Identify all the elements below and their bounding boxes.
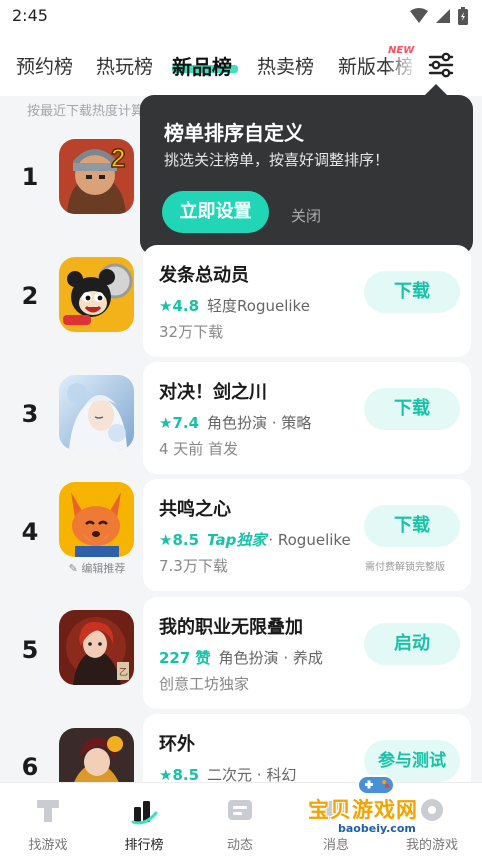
launch-button[interactable]: 启动 (364, 623, 460, 665)
status-time: 2:45 (12, 6, 48, 25)
game-icon-rank-5[interactable]: 乙 (59, 610, 134, 685)
ranking-hint: 按最近下载热度计算 (27, 104, 145, 119)
rank-number: 5 (21, 636, 39, 664)
sort-customize-popup: 榜单排序自定义 挑选关注榜单，按喜好调整排序！ 立即设置 关闭 (140, 95, 473, 255)
game-icon-rank-3[interactable] (59, 375, 134, 450)
game-title: 共鸣之心 (159, 499, 231, 520)
game-likes: 227 赞 (159, 649, 211, 667)
new-badge: NEW (388, 45, 415, 56)
game-tags: 角色扮演 · 策略 (207, 414, 312, 432)
rank-number: 6 (21, 753, 39, 781)
watermark-url: baobeiy.com (338, 822, 416, 835)
game-score: ★8.5 (159, 530, 200, 549)
watermark-text: 宝贝游戏网 (308, 798, 418, 822)
nav-ranking[interactable]: 排行榜 (96, 783, 192, 857)
signal-icon (436, 9, 450, 23)
rank-number: 2 (21, 282, 39, 310)
game-score: ★8.5 (159, 765, 200, 784)
nav-feed[interactable]: 动态 (192, 783, 288, 857)
game-card-rank-3[interactable]: 对决！剑之川 ★7.4 角色扮演 · 策略 4 天前 首发 下载 (143, 362, 471, 474)
game-downloads: 7.3万下载 (159, 557, 228, 575)
game-meta: ★8.5 Tap独家 · Roguelike (159, 529, 351, 550)
game-tags: 角色扮演 · 养成 (218, 649, 323, 667)
editor-pick-label: 编辑推荐 (81, 562, 126, 575)
game-title: 我的职业无限叠加 (159, 617, 303, 638)
wifi-icon (410, 8, 428, 23)
game-icon-rank-4[interactable] (59, 482, 134, 557)
download-button[interactable]: 下载 (364, 505, 460, 547)
status-bar: 2:45 (0, 0, 482, 34)
rank-number: 4 (21, 518, 39, 546)
sort-settings-button[interactable] (424, 48, 458, 82)
feed-icon (228, 800, 252, 820)
tab-reservation[interactable]: 预约榜 (16, 52, 73, 79)
download-button[interactable]: 下载 (364, 271, 460, 313)
find-game-icon (37, 800, 59, 822)
game-meta: ★7.4 角色扮演 · 策略 (159, 412, 311, 433)
tab-best-sellers[interactable]: 热卖榜 (257, 52, 314, 79)
tab-fade-overlay (385, 34, 425, 96)
battery-icon (458, 7, 468, 25)
nav-label: 动态 (226, 838, 253, 853)
nav-label: 找游戏 (28, 838, 68, 853)
rank-number: 1 (21, 163, 39, 191)
svg-text:乙: 乙 (119, 667, 128, 677)
download-button[interactable]: 下载 (364, 388, 460, 430)
tab-new-games[interactable]: 新品榜 (172, 51, 232, 80)
popup-title: 榜单排序自定义 (164, 121, 304, 145)
game-meta: 227 赞 角色扮演 · 养成 (159, 647, 323, 668)
game-tags: · Roguelike (268, 530, 351, 549)
sliders-icon (428, 52, 454, 78)
setup-now-button[interactable]: 立即设置 (162, 191, 269, 233)
watermark-logo: 宝贝游戏网 baobeiy.com (300, 770, 460, 850)
editor-pick-tag: ✎ 编辑推荐 (68, 562, 126, 575)
game-meta: ★4.8 轻度Roguelike (159, 295, 310, 316)
tap-exclusive-tag: Tap独家 (207, 531, 267, 549)
game-title: 发条总动员 (159, 265, 249, 286)
nav-label: 排行榜 (124, 838, 164, 853)
game-card-rank-5[interactable]: 我的职业无限叠加 227 赞 角色扮演 · 养成 创意工坊独家 启动 (143, 597, 471, 709)
game-title: 环外 (159, 734, 195, 755)
rank-number: 3 (21, 400, 39, 428)
game-icon-rank-2[interactable] (59, 257, 134, 332)
game-score: ★7.4 (159, 413, 200, 432)
tab-hot-play[interactable]: 热玩榜 (96, 52, 153, 79)
status-icons (410, 7, 468, 25)
ranking-icon (131, 801, 158, 825)
game-icon-rank-1[interactable]: 2 (59, 139, 134, 214)
gamepad-icon (357, 775, 395, 795)
game-score: ★4.8 (159, 296, 200, 315)
svg-text:2: 2 (111, 143, 125, 173)
nav-find-game[interactable]: 找游戏 (0, 783, 96, 857)
game-release: 4 天前 首发 (159, 440, 239, 458)
popup-close-button[interactable]: 关闭 (291, 205, 321, 226)
game-card-rank-4[interactable]: 共鸣之心 ★8.5 Tap独家 · Roguelike 7.3万下载 下载 需付… (143, 479, 471, 591)
game-source: 创意工坊独家 (159, 675, 250, 693)
popup-description: 挑选关注榜单，按喜好调整排序！ (164, 151, 390, 169)
game-card-rank-2[interactable]: 发条总动员 ★4.8 轻度Roguelike 32万下载 下载 (143, 245, 471, 357)
game-title: 对决！剑之川 (159, 382, 267, 403)
paid-unlock-note: 需付费解锁完整版 (365, 562, 445, 573)
game-tags: 轻度Roguelike (207, 297, 310, 315)
game-downloads: 32万下载 (159, 323, 224, 341)
